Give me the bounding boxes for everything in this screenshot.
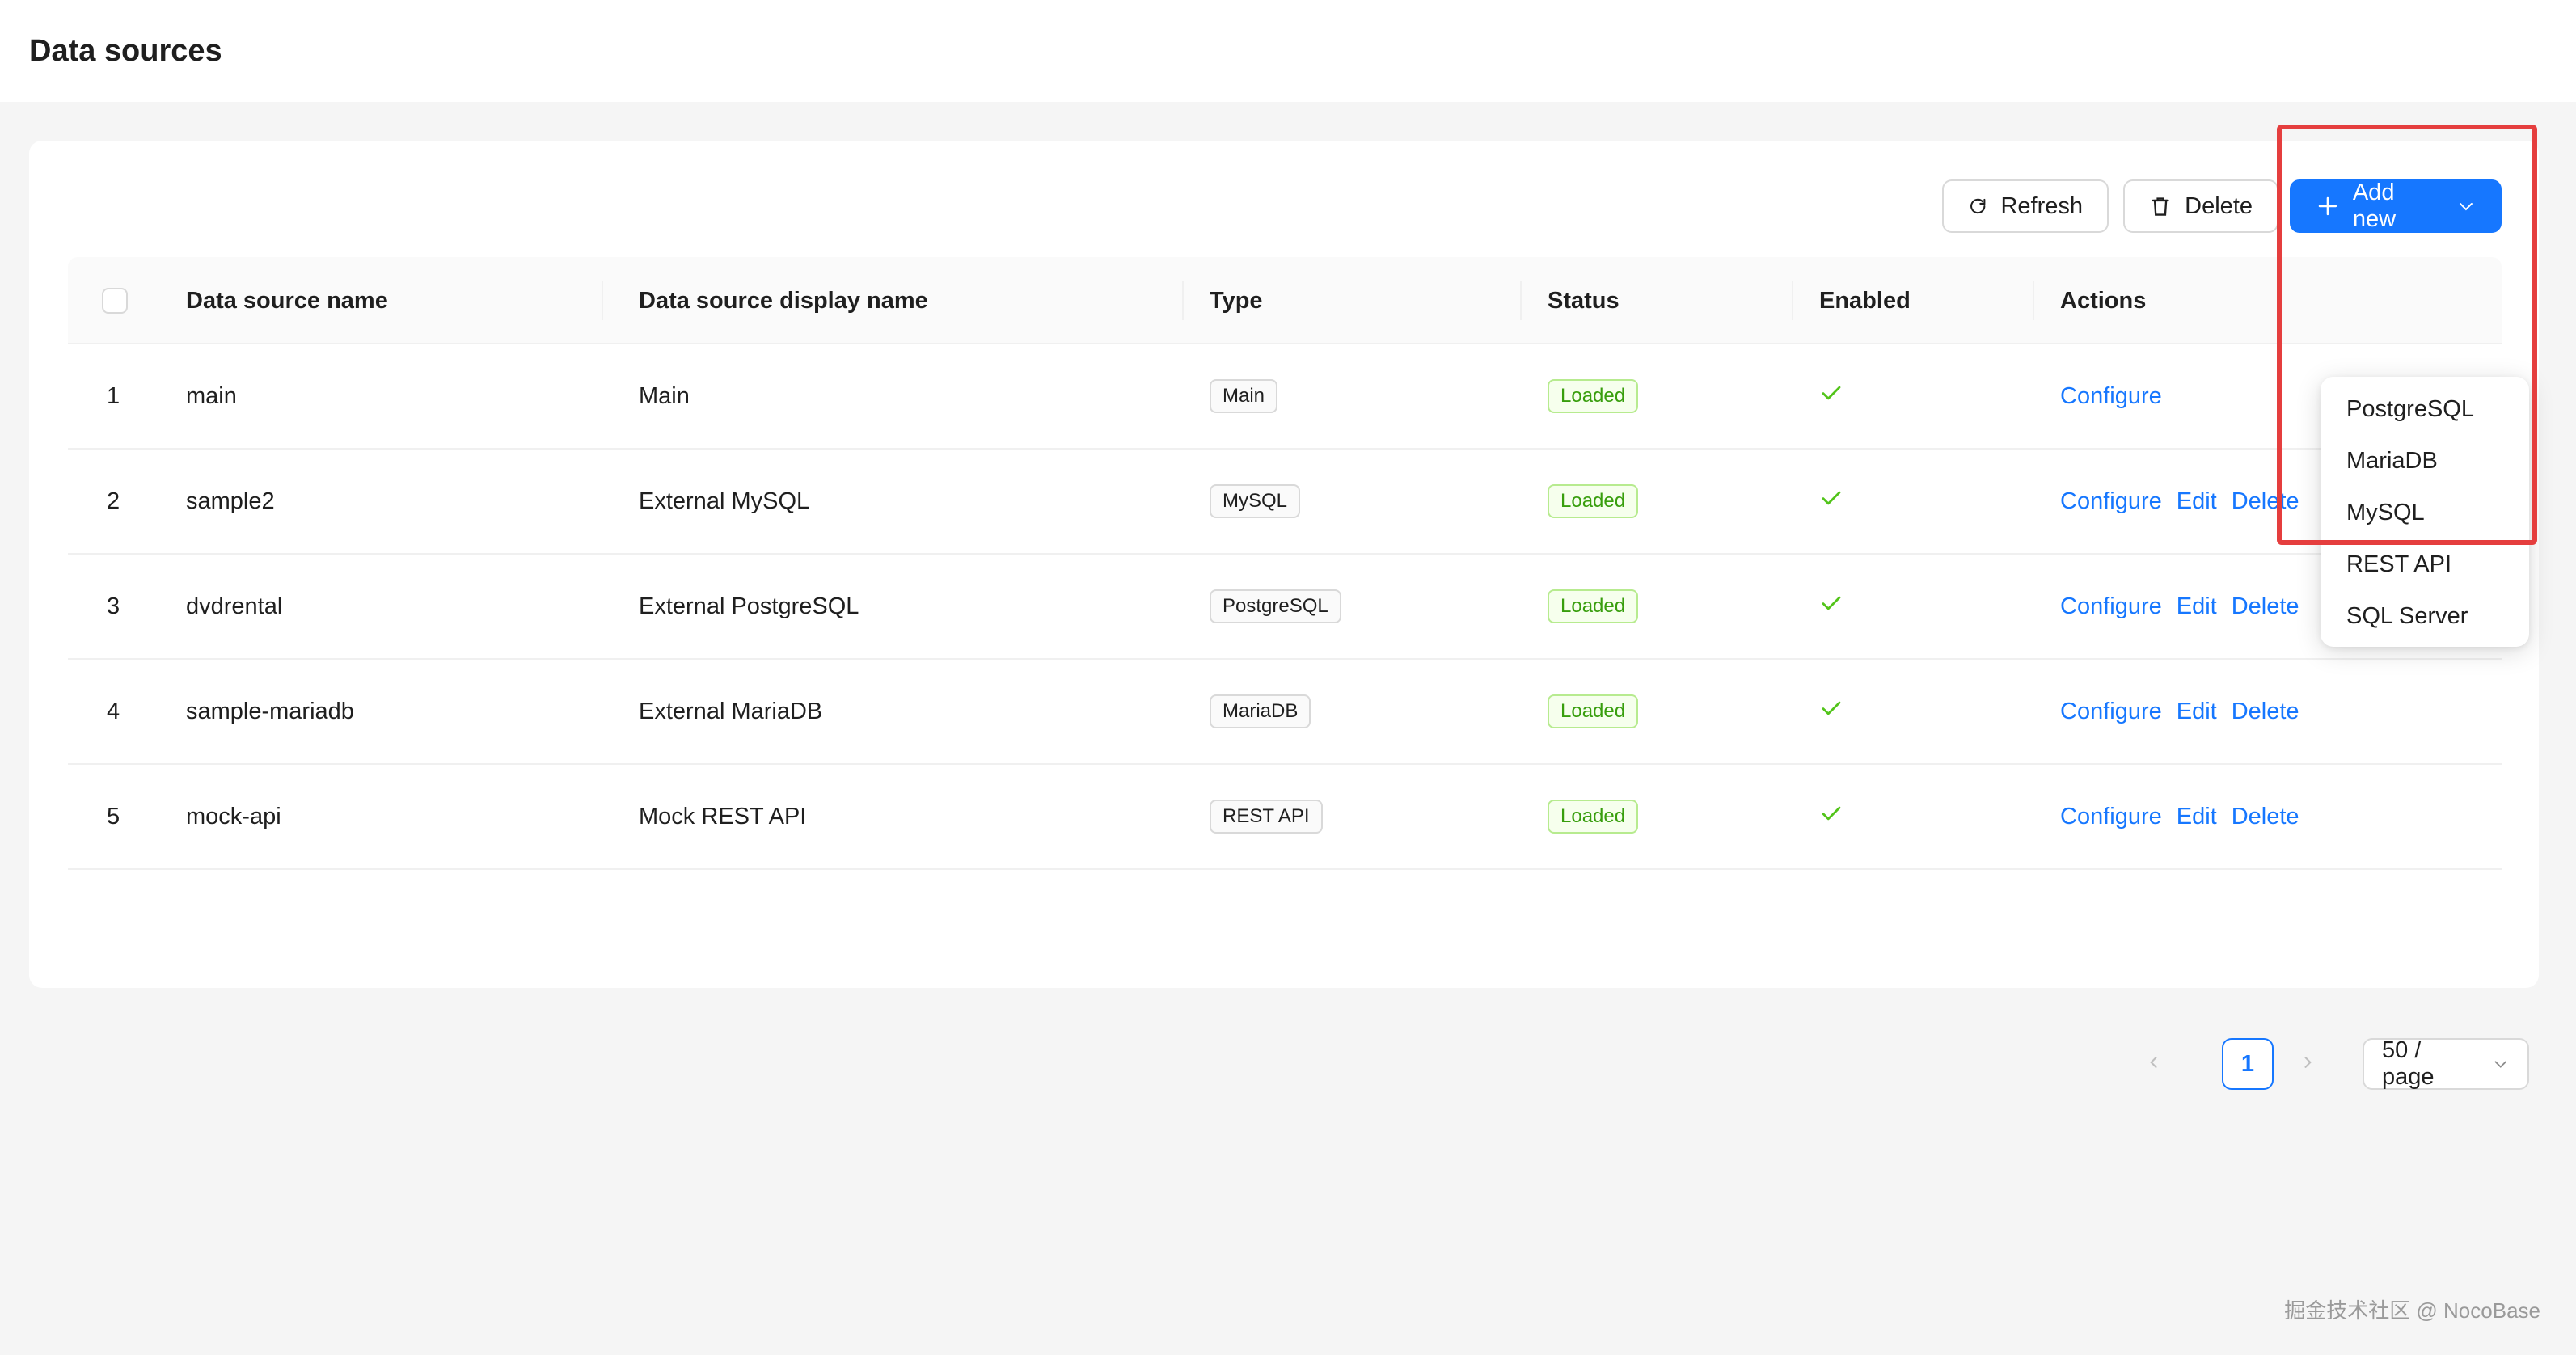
refresh-button-label: Refresh <box>2000 192 2083 219</box>
page-number-current[interactable]: 1 <box>2222 1038 2274 1090</box>
menu-item-postgresql[interactable]: PostgreSQL <box>2327 383 2523 435</box>
data-source-name: mock-api <box>186 803 281 829</box>
add-new-dropdown-menu: PostgreSQL MariaDB MySQL REST API SQL Se… <box>2321 377 2529 647</box>
action-delete-link[interactable]: Delete <box>2232 488 2299 515</box>
data-source-display-name: Mock REST API <box>639 803 807 829</box>
chevron-down-icon <box>2495 1061 2507 1068</box>
column-header-enabled[interactable]: Enabled <box>1819 257 1911 344</box>
data-source-name: main <box>186 382 237 409</box>
row-actions: Configure Edit Delete <box>2060 660 2314 763</box>
row-index: 3 <box>107 593 120 619</box>
data-sources-table: Data source name Data source display nam… <box>68 257 2502 870</box>
column-divider <box>1792 281 1793 320</box>
column-divider <box>2033 281 2034 320</box>
status-badge: Loaded <box>1548 800 1639 834</box>
chevron-left-icon <box>2150 1057 2157 1068</box>
enabled-check-icon <box>1819 801 1843 832</box>
row-index: 4 <box>107 698 120 724</box>
table-body: 1 main Main Main Loaded Configure 2 sample2 Exte… <box>68 344 2502 870</box>
action-configure-link[interactable]: Configure <box>2060 804 2162 830</box>
action-configure-link[interactable]: Configure <box>2060 699 2162 725</box>
menu-item-mariadb[interactable]: MariaDB <box>2327 435 2523 487</box>
enabled-check-icon <box>1819 696 1843 727</box>
enabled-check-icon <box>1819 381 1843 412</box>
select-all-checkbox[interactable] <box>102 288 128 314</box>
row-index: 5 <box>107 803 120 829</box>
data-source-name: sample-mariadb <box>186 698 354 724</box>
type-tag: MariaDB <box>1210 694 1311 728</box>
action-configure-link[interactable]: Configure <box>2060 488 2162 515</box>
action-edit-link[interactable]: Edit <box>2177 593 2217 620</box>
next-page-button[interactable] <box>2291 1046 2324 1079</box>
data-sources-card: Refresh Delete Add new Data source name … <box>29 141 2539 1090</box>
column-header-status[interactable]: Status <box>1548 257 1620 344</box>
row-actions: Configure Edit Delete <box>2060 555 2314 658</box>
action-delete-link[interactable]: Delete <box>2232 593 2299 620</box>
row-actions: Configure Edit Delete <box>2060 765 2314 868</box>
prev-page-button[interactable] <box>2138 1046 2170 1079</box>
add-new-button-label: Add new <box>2352 179 2397 232</box>
type-tag: REST API <box>1210 800 1323 834</box>
menu-item-mysql[interactable]: MySQL <box>2327 487 2523 538</box>
menu-item-sql-server[interactable]: SQL Server <box>2327 590 2523 642</box>
column-divider <box>602 281 603 320</box>
status-badge: Loaded <box>1548 589 1639 623</box>
table-row: 5 mock-api Mock REST API REST API Loaded Conf… <box>68 765 2502 870</box>
add-new-button[interactable]: Add new <box>2290 179 2502 233</box>
page-title: Data sources <box>29 34 222 68</box>
column-header-display-name[interactable]: Data source display name <box>639 257 928 344</box>
data-source-display-name: External MariaDB <box>639 698 823 724</box>
refresh-button[interactable]: Refresh <box>1942 179 2109 233</box>
action-edit-link[interactable]: Edit <box>2177 488 2217 515</box>
data-source-display-name: Main <box>639 382 690 409</box>
status-badge: Loaded <box>1548 379 1639 413</box>
page-size-value: 50 / page <box>2382 1037 2435 1090</box>
column-divider <box>1182 281 1184 320</box>
refresh-icon <box>1970 198 1986 214</box>
column-divider <box>1520 281 1522 320</box>
chevron-right-icon <box>2304 1057 2312 1068</box>
delete-button-label: Delete <box>2185 192 2253 219</box>
plus-icon <box>2318 196 2337 216</box>
table-row: 2 sample2 External MySQL MySQL Loaded Configu… <box>68 450 2502 555</box>
data-source-display-name: External MySQL <box>639 488 810 514</box>
action-configure-link[interactable]: Configure <box>2060 593 2162 620</box>
type-tag: Main <box>1210 379 1278 413</box>
table-row: 1 main Main Main Loaded Configure <box>68 344 2502 450</box>
enabled-check-icon <box>1819 486 1843 517</box>
action-delete-link[interactable]: Delete <box>2232 804 2299 830</box>
delete-button[interactable]: Delete <box>2123 179 2278 233</box>
column-header-actions[interactable]: Actions <box>2060 257 2146 344</box>
menu-item-rest-api[interactable]: REST API <box>2327 538 2523 590</box>
action-delete-link[interactable]: Delete <box>2232 699 2299 725</box>
row-actions: Configure <box>2060 344 2177 448</box>
page-size-select[interactable]: 50 / page <box>2363 1037 2529 1090</box>
table-row: 4 sample-mariadb External MariaDB MariaDB Lo… <box>68 660 2502 765</box>
page-header: Data sources <box>0 0 2576 102</box>
data-source-display-name: External PostgreSQL <box>639 593 859 619</box>
data-source-name: sample2 <box>186 488 275 514</box>
status-badge: Loaded <box>1548 694 1639 728</box>
trash-icon <box>2152 197 2169 216</box>
column-header-type[interactable]: Type <box>1210 257 1263 344</box>
action-edit-link[interactable]: Edit <box>2177 699 2217 725</box>
table-row: 3 dvdrental External PostgreSQL PostgreSQL L… <box>68 555 2502 660</box>
column-header-name[interactable]: Data source name <box>186 257 388 344</box>
type-tag: PostgreSQL <box>1210 589 1341 623</box>
row-index: 1 <box>107 382 120 409</box>
row-actions: Configure Edit Delete <box>2060 450 2314 553</box>
watermark: 掘金技术社区 @ NocoBase <box>2284 1298 2540 1323</box>
status-badge: Loaded <box>1548 484 1639 518</box>
row-index: 2 <box>107 488 120 514</box>
chevron-down-icon <box>2460 203 2473 211</box>
enabled-check-icon <box>1819 591 1843 622</box>
type-tag: MySQL <box>1210 484 1301 518</box>
table-header: Data source name Data source display nam… <box>68 257 2502 344</box>
action-edit-link[interactable]: Edit <box>2177 804 2217 830</box>
data-source-name: dvdrental <box>186 593 283 619</box>
action-configure-link[interactable]: Configure <box>2060 383 2162 410</box>
